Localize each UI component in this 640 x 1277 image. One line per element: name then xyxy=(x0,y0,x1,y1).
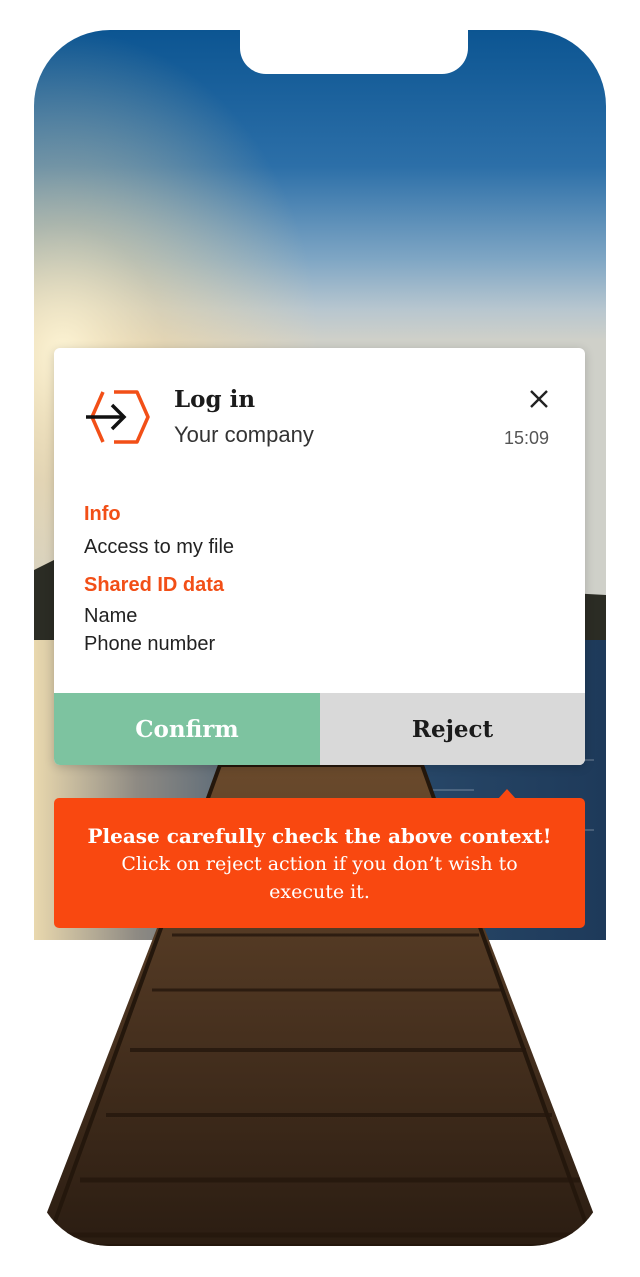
warning-pointer xyxy=(498,789,516,799)
warning-title: Please carefully check the above context… xyxy=(87,824,552,848)
shared-item-phone: Phone number xyxy=(84,633,216,655)
notification-time: 15:09 xyxy=(503,428,549,448)
confirm-button[interactable]: Confirm xyxy=(54,693,320,765)
warning-banner: Please carefully check the above context… xyxy=(54,789,585,928)
info-label: Info xyxy=(84,503,121,525)
info-text: Access to my file xyxy=(84,536,235,558)
reject-button[interactable]: Reject xyxy=(320,693,585,765)
action-bar: Confirm Reject xyxy=(54,693,585,765)
close-icon xyxy=(530,390,548,408)
shared-id-label: Shared ID data xyxy=(84,574,225,596)
shared-item-name: Name xyxy=(84,605,138,627)
notification-card: Log in Your company 15:09 Info Access to… xyxy=(54,348,585,765)
notification-subtitle: Your company xyxy=(174,422,314,447)
login-arrow-hexagon-icon xyxy=(86,390,150,444)
warning-text: Click on reject action if you don’t wish… xyxy=(121,853,518,903)
notch xyxy=(240,30,468,74)
close-button[interactable] xyxy=(524,384,554,414)
notification-title: Log in xyxy=(174,386,256,413)
